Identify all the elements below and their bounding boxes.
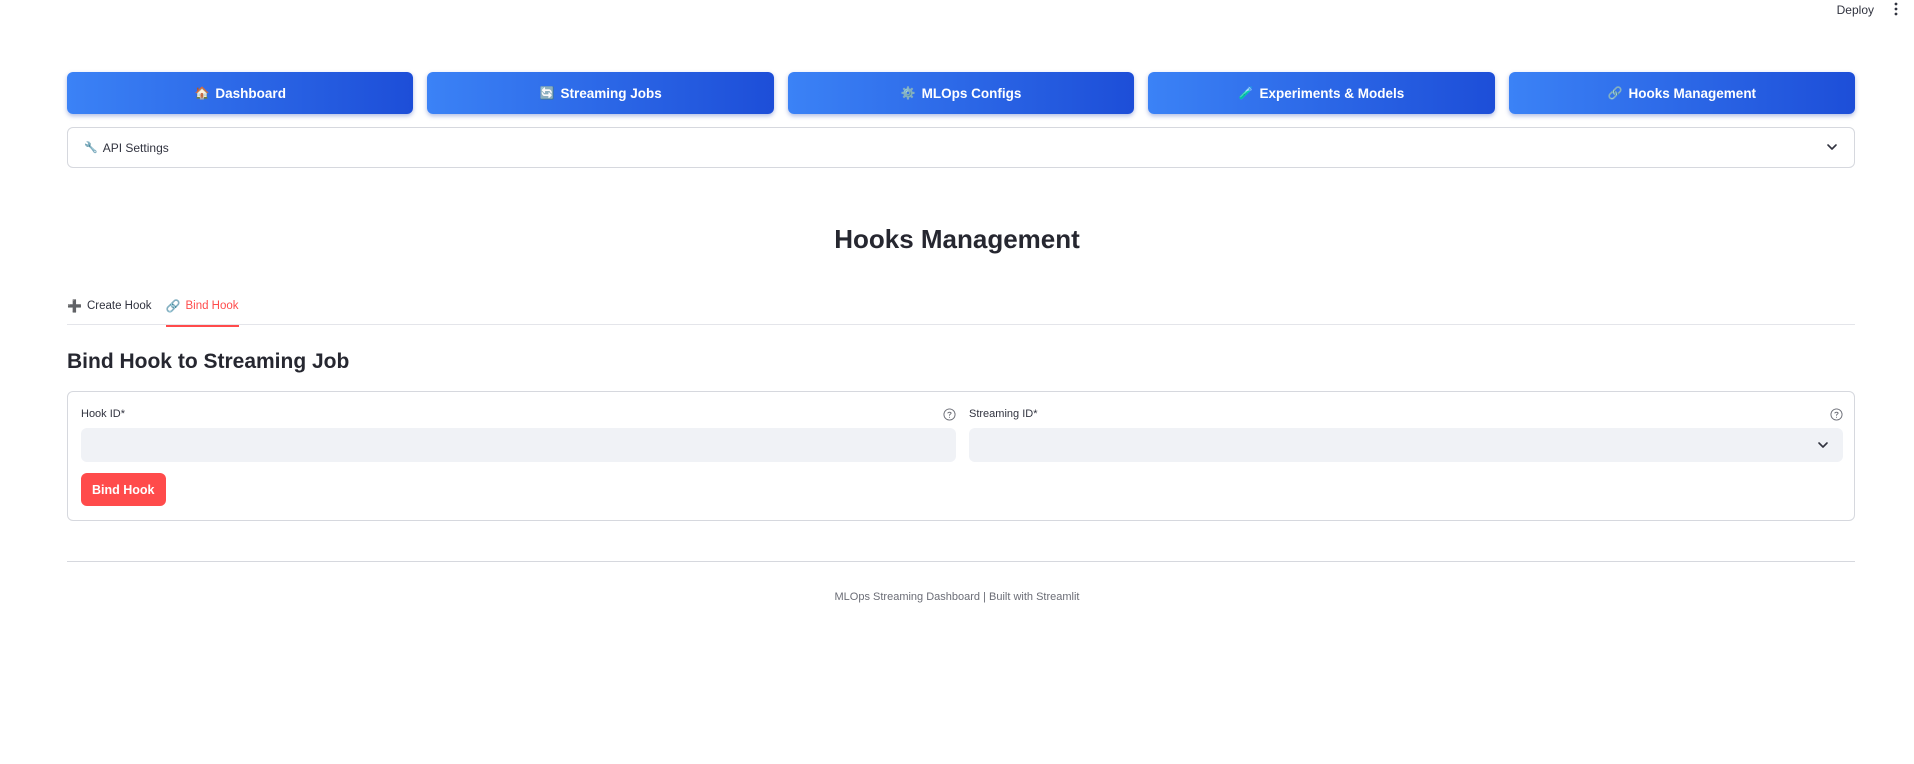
gear-icon: ⚙️ [900,86,916,100]
wrench-icon: 🔧 [84,142,98,154]
plus-icon: ➕ [67,299,82,313]
nav-mlops-configs-button[interactable]: ⚙️ MLOps Configs [787,72,1135,114]
nav-button-label: Streaming Jobs [560,85,662,101]
expander-label: API Settings [102,140,169,155]
footer-divider [67,561,1855,562]
nav-dashboard-button[interactable]: 🏠 Dashboard [67,72,414,114]
top-header: Deploy [0,0,1914,22]
hook-id-field: Hook ID* [81,405,956,462]
hook-id-input[interactable] [81,428,956,462]
nav-experiments-models-button[interactable]: 🧪 Experiments & Models [1148,72,1495,114]
bind-hook-button[interactable]: Bind Hook [81,473,166,506]
streaming-id-select[interactable] [969,428,1843,462]
help-icon[interactable] [1830,408,1843,421]
tab-label: Bind Hook [185,300,239,312]
api-settings-expander[interactable]: 🔧 API Settings [67,127,1855,168]
nav-button-label: Hooks Management [1628,85,1757,101]
bind-hook-form: Hook ID* Streaming ID* Bind Hook [67,391,1855,521]
section-title: Bind Hook to Streaming Job [67,350,350,373]
tab-label: Create Hook [86,300,152,312]
house-icon: 🏠 [194,86,210,100]
help-icon[interactable] [943,408,956,421]
nav-streaming-jobs-button[interactable]: 🔄 Streaming Jobs [427,72,774,114]
tab-bar: ➕ Create Hook 🔗 Bind Hook [67,297,1855,327]
nav-button-label: MLOps Configs [921,85,1022,101]
hook-id-label: Hook ID* [81,408,126,420]
tab-create-hook[interactable]: ➕ Create Hook [67,297,152,325]
deploy-button[interactable]: Deploy [1837,3,1874,17]
nav-button-label: Dashboard [215,85,286,101]
test-tube-icon: 🧪 [1238,86,1254,100]
footer-text: MLOps Streaming Dashboard | Built with S… [834,591,1080,603]
streaming-id-label: Streaming ID* [969,408,1038,420]
refresh-icon: 🔄 [539,86,555,100]
link-icon: 🔗 [165,299,181,313]
tab-bind-hook[interactable]: 🔗 Bind Hook [165,297,239,327]
nav-button-row: 🏠 Dashboard 🔄 Streaming Jobs ⚙️ MLOps Co… [67,72,1856,114]
chevron-down-icon [1818,442,1828,448]
vertical-dots-icon[interactable] [1890,1,1902,17]
streaming-id-field: Streaming ID* [969,405,1843,462]
nav-button-label: Experiments & Models [1259,85,1405,101]
link-icon: 🔗 [1607,86,1623,100]
nav-hooks-management-button[interactable]: 🔗 Hooks Management [1508,72,1856,114]
chevron-down-icon [1827,144,1837,150]
page-title: Hooks Management [834,224,1080,254]
